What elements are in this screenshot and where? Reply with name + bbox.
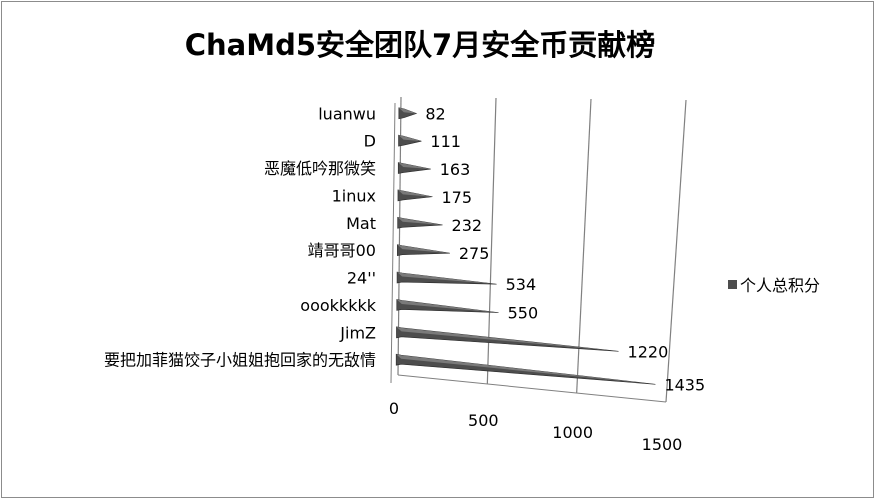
x-tick-label: 0 (389, 399, 399, 418)
data-label: 275 (459, 244, 490, 263)
data-label: 534 (506, 275, 537, 294)
legend-label: 个人总积分 (740, 276, 821, 295)
chart-legend: 个人总积分 (728, 272, 820, 296)
category-label: Mat (346, 214, 376, 233)
category-label: 恶魔低吟那微笑 (264, 159, 376, 178)
data-label: 163 (440, 160, 471, 179)
data-label: 175 (441, 188, 472, 207)
data-label: 550 (508, 304, 539, 323)
category-label: 24'' (347, 269, 376, 288)
category-label: oookkkkk (300, 296, 376, 315)
category-label: luanwu (318, 104, 376, 123)
data-label: 82 (425, 105, 445, 124)
category-label: 要把加菲猫饺子小姐姐抱回家的无敌情 (104, 351, 376, 370)
data-label: 232 (452, 216, 483, 235)
category-label: D (364, 132, 376, 151)
x-tick-label: 1500 (642, 435, 683, 454)
category-label: 靖哥哥00 (308, 241, 376, 260)
x-tick-label: 1000 (552, 423, 593, 442)
data-label: 1435 (664, 375, 705, 394)
data-label: 1220 (628, 342, 669, 361)
category-label: JimZ (339, 323, 376, 342)
x-tick-label: 500 (468, 411, 499, 430)
data-label: 111 (430, 132, 461, 151)
category-label: 1inux (332, 186, 376, 205)
axis-edge (390, 102, 396, 384)
legend-swatch (728, 279, 737, 289)
chart-plot: 1435 要把加菲猫饺子小姐姐抱回家的无敌情 1220 JimZ 550 oookkkkk… (104, 96, 705, 454)
